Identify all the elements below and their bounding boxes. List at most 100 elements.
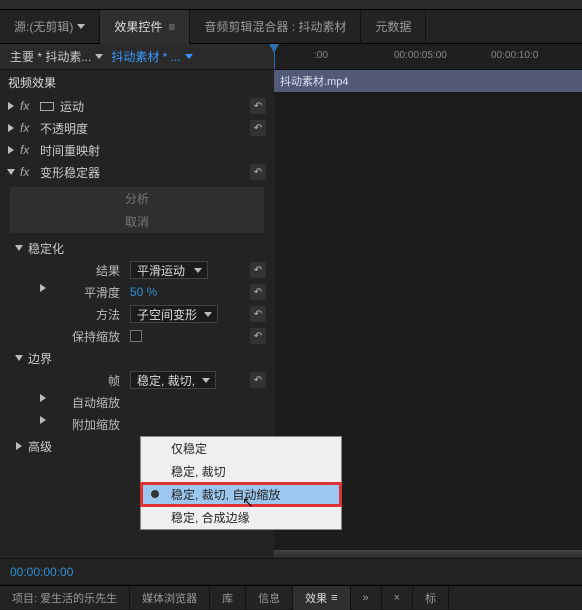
current-time-value: 00:00:00:00 bbox=[10, 565, 73, 579]
analyze-button[interactable]: 分析 bbox=[10, 187, 264, 210]
param-auto-scale: 自动缩放 bbox=[0, 391, 274, 413]
sequence-clip-name[interactable]: 抖动素材 * ... bbox=[111, 48, 180, 65]
tab-label: 库 bbox=[222, 590, 233, 606]
tick-label: 00:00:10:0 bbox=[491, 50, 538, 61]
chevron-down-icon[interactable] bbox=[185, 54, 193, 59]
param-label: 附加缩放 bbox=[0, 416, 130, 433]
group-border[interactable]: 边界 bbox=[0, 347, 274, 369]
menu-item-stabilize-crop[interactable]: 稳定, 裁切 bbox=[141, 460, 341, 483]
param-label: 帧 bbox=[0, 372, 130, 389]
reset-button[interactable]: ↶ bbox=[250, 120, 266, 136]
group-label: 高级 bbox=[28, 438, 52, 455]
param-extra-scale: 附加缩放 bbox=[0, 413, 274, 435]
panel-menu-icon[interactable]: ≡ bbox=[168, 20, 175, 34]
reset-button[interactable]: ↶ bbox=[250, 164, 266, 180]
tab-audio-mixer[interactable]: 音频剪辑混合器 : 抖动素材 bbox=[190, 10, 361, 44]
tab-info[interactable]: 信息 bbox=[246, 586, 293, 610]
menu-item-stabilize-synth-edges[interactable]: 稳定, 合成边缘 bbox=[141, 506, 341, 529]
fx-badge-icon: fx bbox=[20, 99, 34, 113]
clip-name-label: 抖动素材.mp4 bbox=[280, 76, 348, 88]
param-label: 自动缩放 bbox=[0, 394, 130, 411]
tab-project[interactable]: 项目: 爱生活的乐先生 bbox=[0, 586, 130, 610]
menu-item-stabilize-crop-autoscale[interactable]: 稳定, 裁切, 自动缩放 bbox=[141, 483, 341, 506]
tick-label: 00:00:05:00 bbox=[394, 50, 447, 61]
menu-item-stabilize-only[interactable]: 仅稳定 bbox=[141, 437, 341, 460]
param-method: 方法 子空间变形 ↶ bbox=[0, 303, 274, 325]
param-smoothness: 平滑度 50 % ↶ bbox=[0, 281, 274, 303]
keep-scale-checkbox[interactable] bbox=[130, 330, 142, 342]
param-label: 平滑度 bbox=[0, 284, 130, 301]
reset-button[interactable]: ↶ bbox=[250, 372, 266, 388]
param-result: 结果 平滑运动 ↶ bbox=[0, 259, 274, 281]
video-effects-heading: 视频效果 bbox=[0, 70, 274, 95]
panel-menu-icon[interactable]: ≡ bbox=[331, 592, 337, 604]
effect-label: 不透明度 bbox=[40, 120, 88, 137]
effect-opacity[interactable]: fx 不透明度 ↶ bbox=[0, 117, 274, 139]
tab-label: 效果控件 bbox=[114, 18, 162, 35]
tab-label: 源:(无剪辑) bbox=[14, 18, 73, 35]
current-time-display[interactable]: 00:00:00:00 bbox=[0, 558, 582, 584]
reset-button[interactable]: ↶ bbox=[250, 262, 266, 278]
disclosure-triangle-icon[interactable] bbox=[8, 124, 14, 132]
param-keep-scale: 保持缩放 ↶ bbox=[0, 325, 274, 347]
reset-button[interactable]: ↶ bbox=[250, 284, 266, 300]
tab-label: 元数据 bbox=[375, 18, 411, 35]
overflow-button[interactable]: » bbox=[351, 586, 382, 610]
chevron-down-icon[interactable] bbox=[95, 54, 103, 59]
effect-controls-panel: 主要 * 抖动素... 抖动素材 * ... :00 00:00:05:00 0… bbox=[0, 44, 582, 584]
app-menu-bar bbox=[0, 0, 582, 10]
tab-label: 项目: 爱生活的乐先生 bbox=[12, 590, 117, 606]
param-label: 保持缩放 bbox=[0, 328, 130, 345]
effect-label: 时间重映射 bbox=[40, 142, 100, 159]
effect-time-remap[interactable]: fx 时间重映射 bbox=[0, 139, 274, 161]
effect-label: 变形稳定器 bbox=[40, 164, 100, 181]
master-clip-name[interactable]: 主要 * 抖动素... bbox=[10, 48, 91, 65]
tab-library[interactable]: 库 bbox=[210, 586, 246, 610]
reset-button[interactable]: ↶ bbox=[250, 98, 266, 114]
tab-label: 媒体浏览器 bbox=[142, 590, 197, 606]
tick-label: :00 bbox=[314, 50, 328, 61]
warp-action-block: 分析 取消 bbox=[10, 187, 264, 233]
reset-button[interactable]: ↶ bbox=[250, 306, 266, 322]
cancel-button[interactable]: 取消 bbox=[10, 210, 264, 233]
disclosure-triangle-icon[interactable] bbox=[40, 394, 46, 402]
smoothness-value[interactable]: 50 % bbox=[130, 285, 157, 299]
mouse-cursor-icon: ↖ bbox=[242, 494, 254, 511]
tab-media-browser[interactable]: 媒体浏览器 bbox=[130, 586, 210, 610]
time-ruler[interactable]: :00 00:00:05:00 00:00:10:0 bbox=[274, 44, 582, 70]
menu-item-label: 稳定, 裁切, 自动缩放 bbox=[171, 486, 280, 503]
disclosure-triangle-icon[interactable] bbox=[40, 416, 46, 424]
group-stabilize[interactable]: 稳定化 bbox=[0, 237, 274, 259]
effect-warp-stabilizer[interactable]: fx 变形稳定器 ↶ bbox=[0, 161, 274, 183]
disclosure-triangle-icon[interactable] bbox=[16, 442, 22, 450]
disclosure-triangle-icon[interactable] bbox=[8, 102, 14, 110]
panel-tab-strip: 源:(无剪辑) 效果控件 ≡ 音频剪辑混合器 : 抖动素材 元数据 bbox=[0, 10, 582, 44]
param-label: 方法 bbox=[0, 306, 130, 323]
method-dropdown[interactable]: 子空间变形 bbox=[130, 305, 218, 323]
close-button[interactable]: × bbox=[382, 586, 413, 610]
clip-header: 主要 * 抖动素... 抖动素材 * ... bbox=[0, 44, 274, 70]
tab-label: 音频剪辑混合器 : 抖动素材 bbox=[204, 18, 346, 35]
result-dropdown[interactable]: 平滑运动 bbox=[130, 261, 208, 279]
tab-metadata[interactable]: 元数据 bbox=[361, 10, 426, 44]
fx-badge-icon: fx bbox=[20, 165, 34, 179]
playhead-icon[interactable] bbox=[274, 44, 275, 69]
disclosure-triangle-icon[interactable] bbox=[15, 245, 23, 251]
tab-effect-controls[interactable]: 效果控件 ≡ bbox=[100, 10, 190, 44]
param-label: 结果 bbox=[0, 262, 130, 279]
effect-label: 运动 bbox=[60, 98, 84, 115]
clip-track-bar[interactable]: 抖动素材.mp4 bbox=[274, 70, 582, 92]
motion-icon bbox=[40, 102, 54, 111]
menu-item-label: 稳定, 裁切 bbox=[171, 463, 226, 480]
seek-bar[interactable] bbox=[274, 550, 582, 558]
tab-effects[interactable]: 效果 ≡ bbox=[293, 586, 350, 610]
tab-source[interactable]: 源:(无剪辑) bbox=[0, 10, 100, 44]
disclosure-triangle-icon[interactable] bbox=[40, 284, 46, 292]
effect-motion[interactable]: fx 运动 ↶ bbox=[0, 95, 274, 117]
frame-dropdown[interactable]: 稳定, 裁切, bbox=[130, 371, 216, 389]
tab-markers[interactable]: 标 bbox=[413, 586, 449, 610]
disclosure-triangle-icon[interactable] bbox=[7, 169, 15, 175]
disclosure-triangle-icon[interactable] bbox=[8, 146, 14, 154]
reset-button[interactable]: ↶ bbox=[250, 328, 266, 344]
disclosure-triangle-icon[interactable] bbox=[15, 355, 23, 361]
